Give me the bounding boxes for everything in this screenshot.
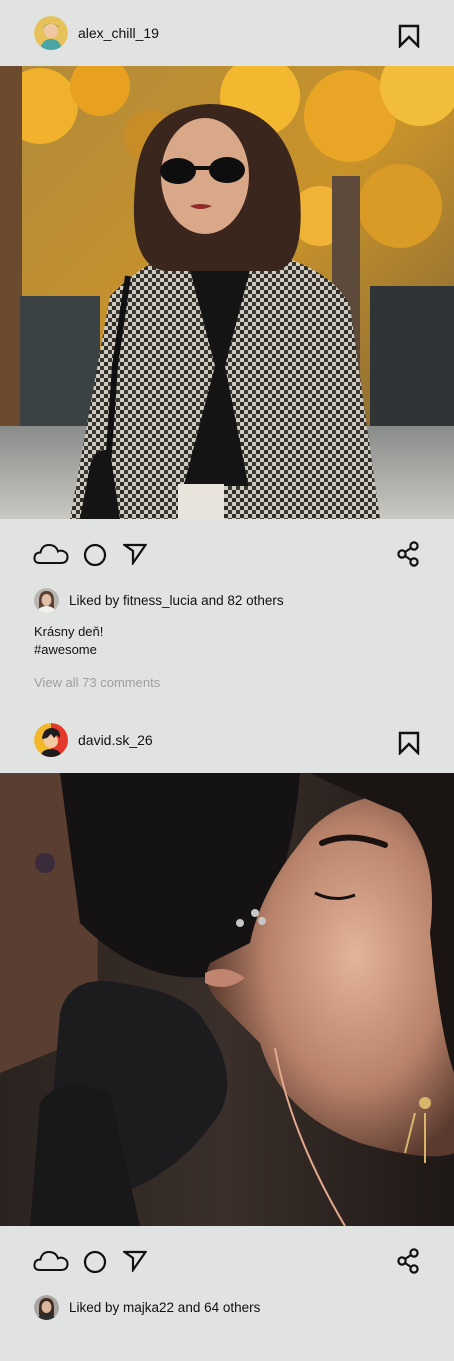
post-2: david.sk_26 Liked by majka22 and 64 othe… — [0, 707, 454, 1322]
circle-icon[interactable] — [83, 1250, 107, 1274]
post-actions — [0, 1226, 454, 1292]
feed: alex_chill_19 Liked by fitness_lucia and… — [0, 0, 454, 1361]
post-photo[interactable] — [0, 773, 454, 1226]
caption-text: Krásny deň! — [34, 624, 104, 639]
liked-by-row: Liked by majka22 and 64 others — [0, 1292, 454, 1322]
post-header: alex_chill_19 — [0, 0, 454, 66]
cloud-icon[interactable] — [33, 543, 69, 565]
caption-hashtag[interactable]: #awesome — [34, 641, 454, 659]
send-arrow-icon[interactable] — [123, 1250, 147, 1272]
username[interactable]: david.sk_26 — [78, 732, 153, 748]
post-header: david.sk_26 — [0, 707, 454, 773]
share-icon[interactable] — [396, 541, 420, 567]
post-photo[interactable] — [0, 66, 454, 519]
cloud-icon[interactable] — [33, 1250, 69, 1272]
liked-avatar[interactable] — [34, 1294, 59, 1320]
liked-by-text: Liked by majka22 and 64 others — [69, 1299, 261, 1315]
circle-icon[interactable] — [83, 543, 107, 567]
post-actions — [0, 519, 454, 585]
liked-by-text: Liked by fitness_lucia and 82 others — [69, 592, 284, 608]
view-all-comments-link[interactable]: View all 73 comments — [0, 675, 454, 690]
post-1: alex_chill_19 Liked by fitness_lucia and… — [0, 0, 454, 690]
liked-by-row: Liked by fitness_lucia and 82 others — [0, 585, 454, 615]
bookmark-icon[interactable] — [398, 731, 420, 755]
post-caption: Krásny deň! #awesome — [0, 623, 454, 659]
user-avatar[interactable] — [34, 723, 68, 757]
bookmark-icon[interactable] — [398, 24, 420, 48]
share-icon[interactable] — [396, 1248, 420, 1274]
user-avatar[interactable] — [34, 16, 68, 50]
send-arrow-icon[interactable] — [123, 543, 147, 565]
username[interactable]: alex_chill_19 — [78, 25, 159, 41]
liked-avatar[interactable] — [34, 587, 59, 613]
